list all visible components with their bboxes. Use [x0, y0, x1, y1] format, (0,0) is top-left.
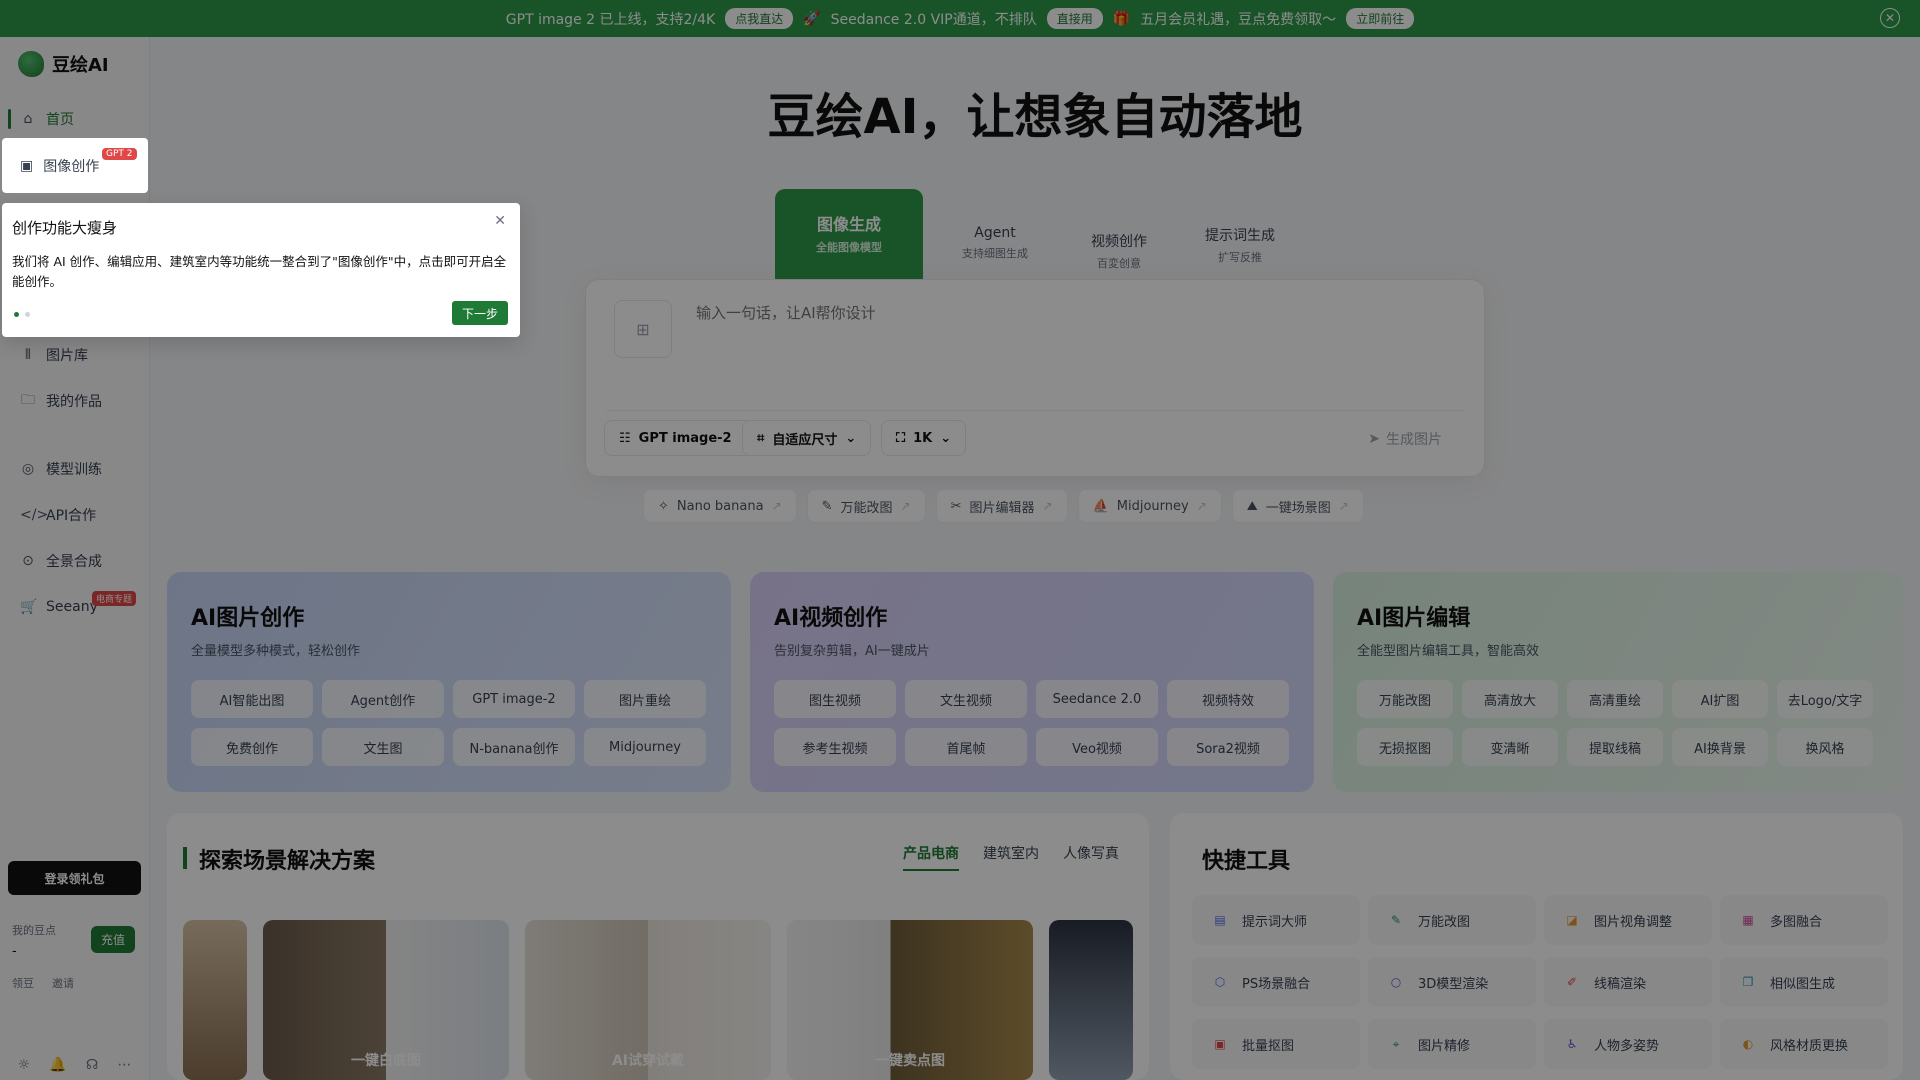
- step-dot-active: [14, 312, 19, 317]
- step-dot: [25, 312, 30, 317]
- next-step-button[interactable]: 下一步: [451, 301, 508, 325]
- popover-title: 创作功能大瘦身: [12, 219, 118, 237]
- step-indicator: [14, 312, 30, 317]
- highlighted-sidebar-item-image-create[interactable]: ▣ 图像创作 GPT 2: [2, 138, 148, 193]
- gpt-badge: GPT 2: [102, 148, 137, 160]
- close-icon[interactable]: ✕: [494, 213, 506, 229]
- spot-label: 图像创作: [43, 158, 100, 175]
- onboarding-overlay: [0, 0, 1920, 1080]
- image-icon: ▣: [20, 157, 34, 174]
- onboarding-popover: 创作功能大瘦身 ✕ 我们将 AI 创作、编辑应用、建筑室内等功能统一整合到了"图…: [2, 203, 520, 337]
- popover-text: 我们将 AI 创作、编辑应用、建筑室内等功能统一整合到了"图像创作"中，点击即可…: [12, 254, 507, 289]
